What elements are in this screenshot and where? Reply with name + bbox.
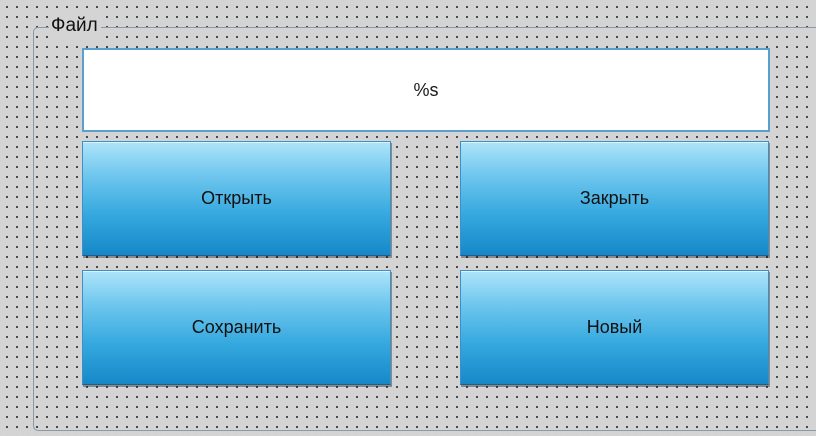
new-button-label: Новый [586,317,643,337]
open-button-label: Открыть [201,188,272,208]
save-button-label: Сохранить [191,317,282,337]
close-button[interactable]: Закрыть [460,141,769,256]
close-button-label: Закрыть [579,188,650,208]
open-button[interactable]: Открыть [82,141,391,256]
display-field: %s [82,48,770,132]
display-field-value: %s [413,79,439,100]
save-button[interactable]: Сохранить [82,270,391,385]
file-groupbox-title: Файл [49,14,101,38]
new-button[interactable]: Новый [460,270,769,385]
